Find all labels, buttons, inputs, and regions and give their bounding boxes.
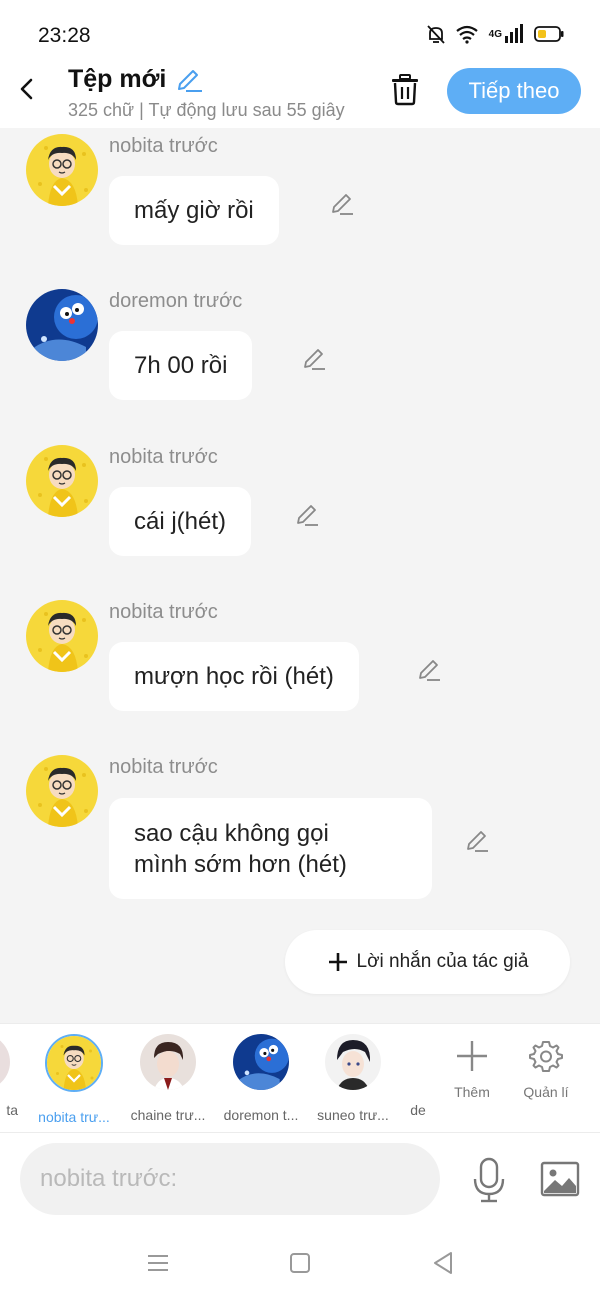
back-triangle-icon[interactable] bbox=[430, 1250, 456, 1276]
message-text: mượn học rồi (hét) bbox=[134, 663, 334, 690]
image-icon[interactable] bbox=[540, 1161, 580, 1197]
message-bubble[interactable]: mấy giờ rồi bbox=[109, 176, 279, 245]
edit-title-pencil-icon[interactable] bbox=[174, 64, 204, 94]
pencil-icon[interactable] bbox=[328, 188, 356, 216]
character-avatar bbox=[233, 1034, 289, 1090]
pencil-icon[interactable] bbox=[293, 499, 321, 527]
pencil-icon[interactable] bbox=[415, 654, 443, 682]
manage-characters-button[interactable]: Quản lí bbox=[514, 1038, 578, 1100]
avatar[interactable] bbox=[26, 134, 98, 206]
pencil-icon[interactable] bbox=[463, 825, 491, 853]
status-icons: 4G bbox=[427, 24, 564, 44]
message-bubble[interactable]: cái j(hét) bbox=[109, 487, 252, 556]
avatar[interactable] bbox=[26, 755, 98, 827]
message-sender: doremon trước bbox=[109, 290, 243, 312]
character-avatar bbox=[325, 1034, 381, 1090]
mic-icon[interactable] bbox=[470, 1157, 508, 1203]
message-text: cái j(hét) bbox=[134, 508, 227, 535]
character-item[interactable]: doremon t... bbox=[213, 1034, 309, 1123]
editor-header: Tệp mới 325 chữ | Tự động lưu sau 55 giâ… bbox=[0, 60, 600, 128]
character-item[interactable]: suneo trư... bbox=[305, 1034, 401, 1123]
plus-icon bbox=[328, 953, 347, 971]
pencil-icon[interactable] bbox=[300, 343, 328, 371]
wifi-icon bbox=[455, 25, 478, 44]
message-bubble[interactable]: 7h 00 rồi bbox=[109, 331, 253, 400]
message-sender: nobita trước bbox=[109, 446, 218, 468]
title-block: Tệp mới 325 chữ | Tự động lưu sau 55 giâ… bbox=[68, 64, 345, 121]
chat-area: nobita trước mấy giờ rồi doremon trước 7… bbox=[0, 128, 600, 1023]
character-name: chaine trư... bbox=[130, 1107, 206, 1123]
message-sender: nobita trước bbox=[109, 756, 218, 778]
page-title[interactable]: Tệp mới bbox=[68, 65, 166, 94]
next-button[interactable]: Tiếp theo bbox=[447, 68, 581, 114]
message-sender: nobita trước bbox=[109, 135, 218, 157]
message-text: 7h 00 rồi bbox=[134, 352, 228, 379]
system-nav-bar bbox=[0, 1230, 600, 1300]
character-name: nobita trư... bbox=[38, 1109, 110, 1125]
network-label: 4G bbox=[488, 28, 502, 40]
character-item[interactable]: chaine trư... bbox=[120, 1034, 216, 1123]
trash-icon[interactable] bbox=[388, 72, 422, 106]
character-item[interactable]: de bbox=[398, 1034, 438, 1118]
signal-icon bbox=[505, 24, 523, 43]
add-character-button[interactable]: Thêm bbox=[440, 1038, 504, 1100]
status-time: 23:28 bbox=[38, 24, 91, 47]
message-bubble[interactable]: sao cậu không gọi mình sớm hơn (hét) bbox=[109, 798, 432, 899]
add-character-label: Thêm bbox=[454, 1084, 490, 1100]
home-icon[interactable] bbox=[287, 1250, 313, 1276]
character-name: suneo trư... bbox=[317, 1107, 389, 1123]
character-avatar bbox=[0, 1034, 10, 1090]
message-text-line-1: sao cậu không gọi bbox=[134, 819, 329, 847]
message-bubble[interactable]: mượn học rồi (hét) bbox=[109, 642, 359, 711]
message-sender: nobita trước bbox=[109, 601, 218, 623]
author-note-button[interactable]: Lời nhắn của tác giả bbox=[285, 930, 570, 994]
battery-icon bbox=[534, 26, 564, 42]
status-bar: 23:28 4G bbox=[0, 0, 600, 60]
message-text-line-2: mình sớm hơn (hét) bbox=[134, 850, 347, 878]
character-avatar bbox=[45, 1034, 103, 1092]
avatar[interactable] bbox=[26, 600, 98, 672]
avatar[interactable] bbox=[26, 289, 98, 361]
avatar[interactable] bbox=[26, 445, 98, 517]
author-note-label: Lời nhắn của tác giả bbox=[356, 951, 529, 972]
word-count-autosave: 325 chữ | Tự động lưu sau 55 giây bbox=[68, 100, 345, 120]
menu-icon[interactable] bbox=[145, 1250, 171, 1276]
character-name: doremon t... bbox=[223, 1107, 299, 1123]
character-item-selected[interactable]: nobita trư... bbox=[26, 1034, 122, 1125]
gear-icon bbox=[529, 1041, 563, 1072]
input-bar bbox=[0, 1133, 600, 1230]
back-arrow-icon[interactable] bbox=[14, 74, 40, 104]
manage-characters-label: Quản lí bbox=[523, 1084, 569, 1100]
message-input[interactable] bbox=[20, 1143, 440, 1215]
message-text: mấy giờ rồi bbox=[134, 197, 254, 224]
character-avatar bbox=[140, 1034, 196, 1090]
bell-off-icon bbox=[427, 25, 445, 44]
character-name: de bbox=[410, 1102, 426, 1118]
character-strip: ta nobita trư... chaine trư... doremon t… bbox=[0, 1023, 600, 1133]
plus-icon bbox=[457, 1041, 487, 1071]
